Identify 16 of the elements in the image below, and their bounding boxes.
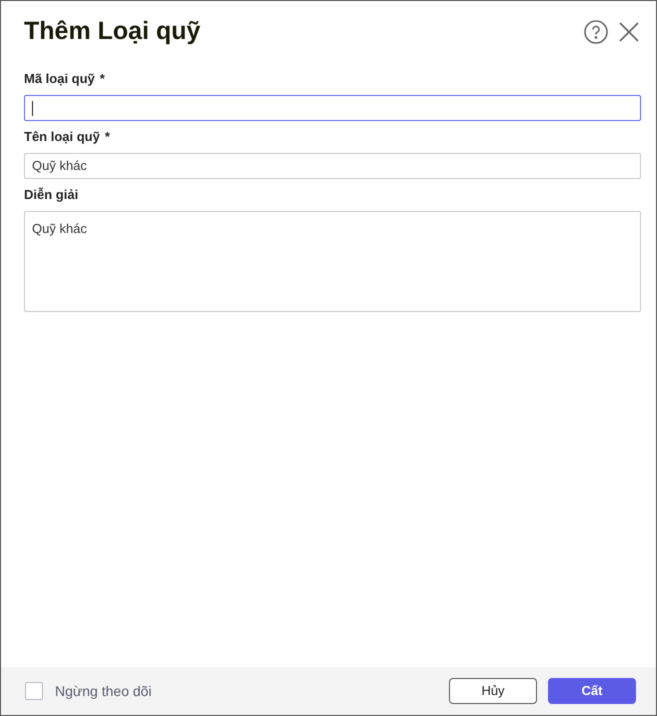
help-icon[interactable] [584,20,608,44]
description-area[interactable]: Quỹ khác [24,211,641,312]
dialog-title: Thêm Loại quỹ [24,16,200,48]
checkbox[interactable] [25,682,43,700]
text-cursor [32,100,33,116]
field-label: Tên loại quỹ [24,128,100,146]
cancel-button[interactable]: Hủy [449,678,537,704]
field-label: Mã loại quỹ [24,70,95,88]
required-mark: * [104,128,110,146]
close-icon[interactable] [618,21,640,43]
input-field[interactable] [24,95,641,121]
input-field[interactable]: Quỹ khác [24,153,641,179]
save-button[interactable]: Cất [548,678,636,704]
required-mark: * [100,70,105,88]
field-label: Diễn giải [24,186,78,204]
checkbox-label: Ngừng theo dõi [55,682,152,701]
